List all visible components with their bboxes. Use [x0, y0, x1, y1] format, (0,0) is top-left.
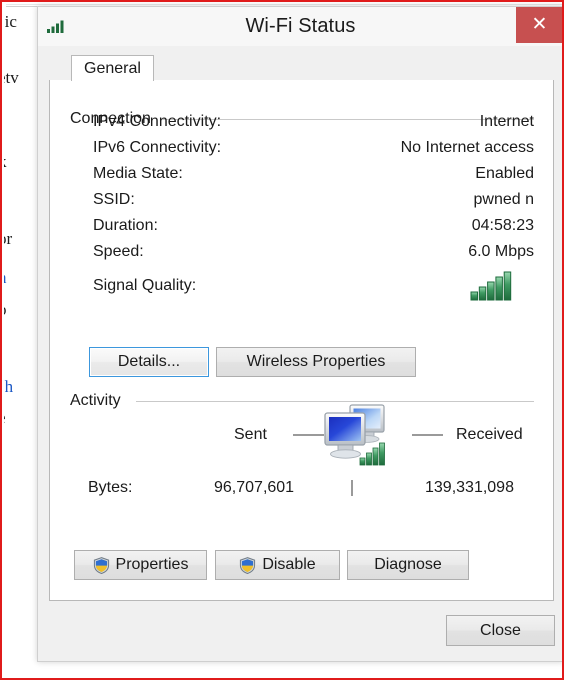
tab-strip: General: [49, 55, 554, 81]
bytes-label: Bytes:: [88, 479, 133, 496]
background-text-line: k: [4, 152, 7, 172]
details-button[interactable]: Details...: [89, 347, 209, 377]
background-text-line: e: [4, 408, 6, 428]
close-button[interactable]: Close: [446, 615, 555, 646]
network-computers-icon: [320, 402, 394, 472]
background-text-line: sic: [4, 12, 17, 31]
tab-general[interactable]: General: [71, 55, 154, 81]
speed-value: 6.0 Mbps: [468, 243, 534, 260]
table-row: Speed: 6.0 Mbps: [93, 243, 534, 269]
received-connector-line: [412, 434, 443, 436]
wireless-properties-button[interactable]: Wireless Properties: [216, 347, 416, 377]
activity-center-tick: [351, 480, 353, 496]
background-text-line: etv: [4, 68, 19, 87]
disable-button[interactable]: Disable: [215, 550, 340, 580]
connection-rows: IPv4 Connectivity: Internet IPv6 Connect…: [93, 113, 534, 311]
media-state-label: Media State:: [93, 165, 183, 182]
background-text-line: b: [4, 300, 7, 320]
table-row: Media State: Enabled: [93, 165, 534, 191]
ssid-label: SSID:: [93, 191, 135, 208]
close-button-label: Close: [480, 621, 521, 639]
ipv6-connectivity-label: IPv6 Connectivity:: [93, 139, 222, 156]
sent-label: Sent: [234, 426, 267, 443]
screenshot-root: sicetvkornbshe Wi-Fi Status ✕ Gene: [0, 0, 564, 680]
close-window-button[interactable]: ✕: [516, 7, 562, 43]
ipv6-connectivity-value: No Internet access: [400, 139, 534, 156]
tab-page-general: Connection IPv4 Connectivity: Internet I…: [49, 80, 554, 601]
speed-label: Speed:: [93, 243, 144, 260]
tab-general-label: General: [84, 60, 141, 77]
diagnose-button-label: Diagnose: [374, 556, 442, 573]
background-window-strip: [6, 4, 562, 5]
wireless-properties-button-label: Wireless Properties: [246, 353, 386, 370]
uac-shield-icon: [239, 556, 256, 574]
table-row: Duration: 04:58:23: [93, 217, 534, 243]
dialog-titlebar: Wi-Fi Status ✕: [38, 7, 562, 47]
signal-bars-icon: [470, 271, 512, 306]
properties-button-label: Properties: [115, 556, 189, 573]
uac-shield-icon: [93, 556, 110, 574]
bytes-sent-value: 96,707,601: [214, 479, 295, 496]
background-text-line: or: [4, 229, 13, 248]
diagnose-button[interactable]: Diagnose: [347, 550, 469, 580]
background-text-line: n: [4, 268, 7, 288]
received-label: Received: [456, 426, 523, 443]
signal-quality-label: Signal Quality:: [93, 277, 197, 294]
activity-group-label: Activity: [70, 392, 129, 410]
duration-value: 04:58:23: [471, 217, 534, 234]
details-button-label: Details...: [117, 353, 181, 370]
properties-button[interactable]: Properties: [74, 550, 207, 580]
bytes-received-value: 139,331,098: [425, 479, 514, 496]
ipv4-connectivity-value: Internet: [479, 113, 534, 130]
table-row: Signal Quality:: [93, 271, 534, 311]
wifi-status-dialog: Wi-Fi Status ✕ General Connection IPv4 C…: [37, 6, 562, 662]
dialog-footer: Close: [38, 601, 562, 661]
dialog-title: Wi-Fi Status: [245, 15, 356, 37]
table-row: IPv6 Connectivity: No Internet access: [93, 139, 534, 165]
ssid-value: pwned n: [473, 191, 535, 208]
media-state-value: Enabled: [475, 165, 534, 182]
background-text-line: sh: [4, 377, 14, 396]
table-row: SSID: pwned n: [93, 191, 534, 217]
close-icon: ✕: [531, 14, 548, 35]
duration-label: Duration:: [93, 217, 158, 234]
disable-button-label: Disable: [262, 556, 316, 573]
ipv4-connectivity-label: IPv4 Connectivity:: [93, 113, 222, 130]
table-row: IPv4 Connectivity: Internet: [93, 113, 534, 139]
